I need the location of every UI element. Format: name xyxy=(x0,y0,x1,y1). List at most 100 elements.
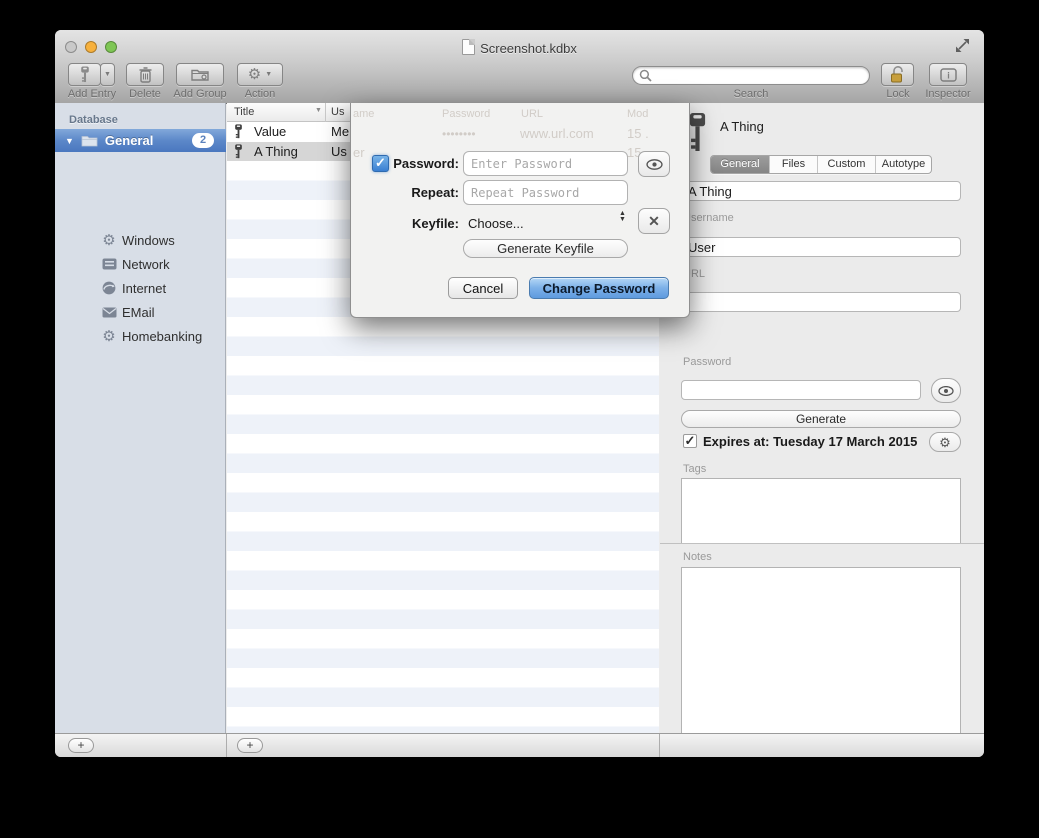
sidebar-item-label: Network xyxy=(122,257,170,272)
column-username[interactable]: Us xyxy=(331,106,344,118)
change-password-sheet: ame Password URL Mod •••••••• www.url.co… xyxy=(350,103,690,318)
cell-title: A Thing xyxy=(254,144,298,159)
key-icon xyxy=(688,112,707,152)
trash-icon xyxy=(139,67,152,83)
url-field[interactable] xyxy=(681,292,961,312)
add-entry-dropdown[interactable]: ▼ xyxy=(100,63,115,86)
folder-plus-icon xyxy=(191,67,209,82)
chevron-down-icon: ▼ xyxy=(104,71,111,78)
document-icon xyxy=(462,39,475,55)
keyfile-clear-button[interactable]: ✕ xyxy=(638,208,670,234)
bottom-bar-divider xyxy=(226,734,227,757)
generate-button[interactable]: Generate xyxy=(681,410,961,428)
bottom-bar-divider xyxy=(659,734,660,757)
sort-desc-icon: ▼ xyxy=(315,107,322,114)
sheet-repeat-input[interactable] xyxy=(463,180,628,205)
password-field[interactable] xyxy=(681,380,921,400)
ghost-header-password: Password xyxy=(442,108,490,120)
server-icon xyxy=(100,258,118,270)
window-title: Screenshot.kdbx xyxy=(55,39,984,56)
fullscreen-icon[interactable] xyxy=(955,38,970,53)
ghost-header-modified: Mod xyxy=(627,108,648,120)
sidebar-item-internet[interactable]: Internet xyxy=(55,276,226,300)
title-field[interactable] xyxy=(681,181,961,201)
folder-icon xyxy=(81,134,98,147)
sidebar-group-general[interactable]: ▼ General 2 xyxy=(55,129,226,152)
password-label: Password xyxy=(683,356,731,368)
sidebar-item-homebanking[interactable]: ⚙ Homebanking xyxy=(55,324,226,348)
tags-input[interactable] xyxy=(681,478,961,543)
sheet-password-input[interactable] xyxy=(463,151,628,176)
eye-icon xyxy=(938,386,954,396)
ghost-header-url: URL xyxy=(521,108,543,120)
cell-username: Me xyxy=(331,124,349,139)
lock-open-icon xyxy=(890,66,905,83)
chevron-down-icon: ▼ xyxy=(265,71,272,78)
disclosure-triangle-icon[interactable]: ▼ xyxy=(65,136,74,146)
notes-input[interactable] xyxy=(681,567,961,752)
inspector-panel: A Thing General Files Custom Autotype Us… xyxy=(660,103,984,733)
notes-label: Notes xyxy=(683,551,712,563)
envelope-icon xyxy=(100,307,118,318)
search-field[interactable] xyxy=(632,66,870,85)
stepper-down-icon: ▼ xyxy=(619,217,626,223)
lock-button[interactable] xyxy=(881,63,914,86)
ghost-cell-url: www.url.com xyxy=(520,126,594,141)
ghost-cell-password: •••••••• xyxy=(442,127,476,141)
tab-files[interactable]: Files xyxy=(770,156,818,173)
info-icon: i xyxy=(940,68,957,82)
add-entry-button[interactable] xyxy=(68,63,101,86)
add-group-button[interactable] xyxy=(176,63,224,86)
username-field[interactable] xyxy=(681,237,961,257)
sidebar: Database ▼ General 2 ⚙ Windows Network xyxy=(55,103,226,733)
tab-general[interactable]: General xyxy=(711,156,770,173)
cancel-button[interactable]: Cancel xyxy=(448,277,518,299)
add-entry-plus-button[interactable]: + xyxy=(237,738,263,753)
key-icon xyxy=(80,66,90,83)
section-divider xyxy=(660,543,984,544)
gear-icon: ⚙ xyxy=(100,327,118,345)
sidebar-item-label: Homebanking xyxy=(122,329,202,344)
check-icon: ✓ xyxy=(685,433,696,448)
delete-button[interactable] xyxy=(126,63,164,86)
cell-title: Value xyxy=(254,124,286,139)
keyfile-popup[interactable]: Choose... xyxy=(468,216,524,231)
sheet-show-password-button[interactable] xyxy=(638,151,670,177)
inspector-button[interactable]: i xyxy=(929,63,967,86)
gear-icon: ⚙ xyxy=(248,67,261,82)
inspector-label: Inspector xyxy=(914,88,982,100)
sidebar-item-email[interactable]: EMail xyxy=(55,300,226,324)
sidebar-item-label: Internet xyxy=(122,281,166,296)
entry-count-badge: 2 xyxy=(192,133,214,148)
bottom-bar: + + xyxy=(55,733,984,757)
app-window: Screenshot.kdbx ▼ Add Entry xyxy=(55,30,984,757)
sheet-password-label: Password: xyxy=(364,156,459,171)
ghost-cell-modified: 15 . xyxy=(627,126,649,141)
action-button[interactable]: ⚙ ▼ xyxy=(237,63,283,86)
close-icon: ✕ xyxy=(648,213,660,230)
titlebar-toolbar: Screenshot.kdbx ▼ Add Entry xyxy=(55,30,984,104)
sidebar-item-windows[interactable]: ⚙ Windows xyxy=(55,228,226,252)
expires-gear-button[interactable]: ⚙ xyxy=(929,432,961,452)
search-icon xyxy=(639,69,652,82)
tab-custom[interactable]: Custom xyxy=(818,156,876,173)
column-title[interactable]: Title xyxy=(234,106,254,118)
add-group-plus-button[interactable]: + xyxy=(68,738,94,753)
entry-title: A Thing xyxy=(720,119,764,134)
keyfile-stepper[interactable]: ▲ ▼ xyxy=(619,211,626,222)
show-password-button[interactable] xyxy=(931,378,961,403)
desktop: Screenshot.kdbx ▼ Add Entry xyxy=(0,0,1039,838)
gear-icon: ⚙ xyxy=(100,231,118,249)
gear-icon: ⚙ xyxy=(939,436,951,449)
change-password-button[interactable]: Change Password xyxy=(529,277,669,299)
generate-keyfile-button[interactable]: Generate Keyfile xyxy=(463,239,628,258)
search-input[interactable] xyxy=(656,67,869,84)
expires-label: Expires at: Tuesday 17 March 2015 xyxy=(703,434,917,449)
tab-autotype[interactable]: Autotype xyxy=(876,156,931,173)
plus-icon: + xyxy=(246,738,253,752)
action-label: Action xyxy=(226,88,294,100)
column-divider xyxy=(325,103,326,122)
expires-checkbox[interactable]: ✓ xyxy=(683,434,697,448)
sidebar-item-network[interactable]: Network xyxy=(55,252,226,276)
cell-username: Us xyxy=(331,144,347,159)
